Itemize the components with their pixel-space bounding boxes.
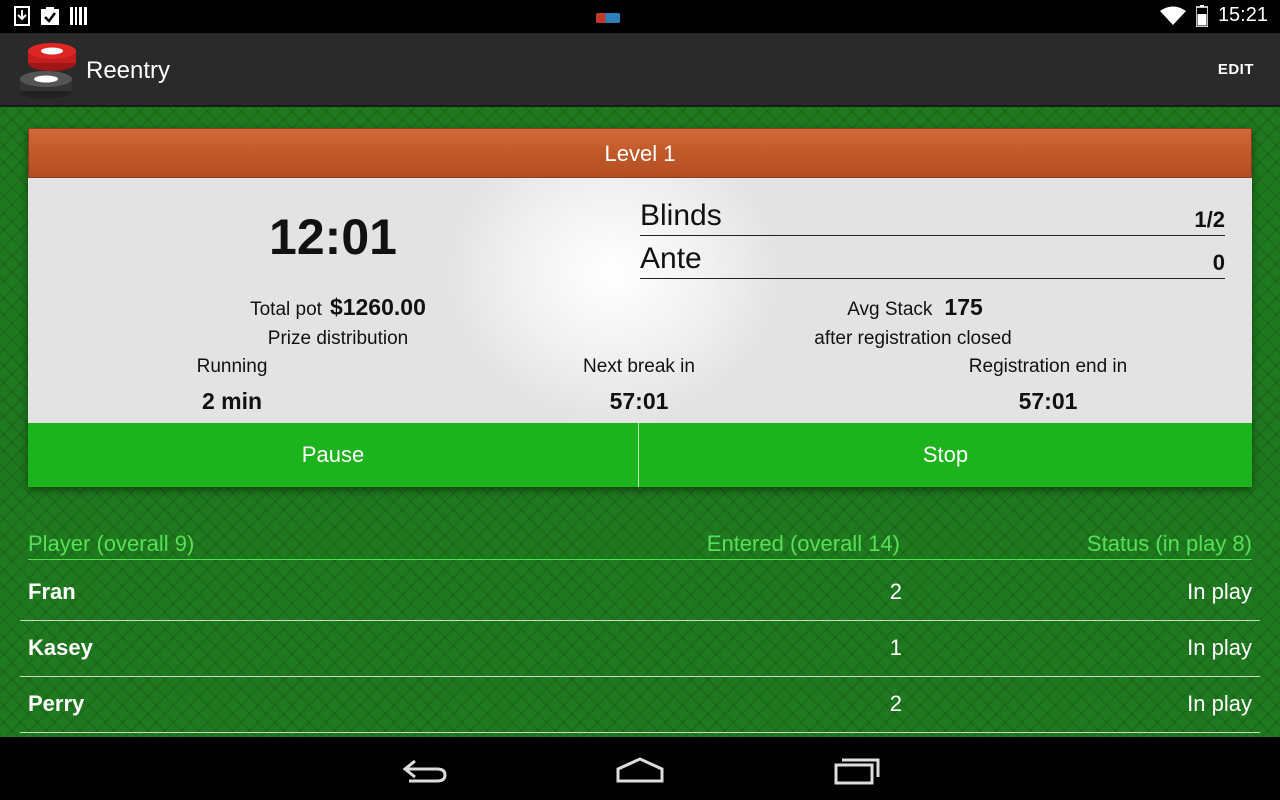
- entered-count: 1: [889, 635, 902, 660]
- stop-button[interactable]: Stop: [639, 423, 1252, 487]
- player-status: In play: [1187, 691, 1252, 716]
- running-stat: Running 2 min: [112, 356, 352, 415]
- table-row[interactable]: Perry 2 In play: [20, 677, 1260, 733]
- player-name: Kasey: [28, 635, 93, 660]
- registration-end-stat: Registration end in 57:01: [928, 356, 1168, 415]
- barcode-icon: [70, 7, 87, 25]
- entered-count: 2: [889, 691, 902, 716]
- table-row[interactable]: Fran 2 In play: [20, 565, 1260, 621]
- player-status: In play: [1187, 579, 1252, 604]
- control-buttons: Pause Stop: [28, 423, 1252, 487]
- status-column-header[interactable]: Status (in play 8): [1087, 531, 1252, 557]
- wifi-icon: [1159, 6, 1186, 25]
- ante-value: 0: [1212, 250, 1225, 275]
- entered-count: 2: [889, 579, 902, 604]
- pause-button[interactable]: Pause: [28, 423, 639, 487]
- card-body: 12:01 Blinds 1/2 Ante 0 Total pot $1260.0…: [28, 178, 1252, 423]
- level-timer: 12:01: [269, 209, 397, 265]
- avg-stack-label: Avg Stack: [847, 299, 933, 320]
- avg-stack-value: 175: [944, 294, 983, 320]
- player-column-header[interactable]: Player (overall 9): [28, 531, 194, 557]
- next-break-stat: Next break in 57:01: [519, 356, 759, 415]
- blinds-label: Blinds: [640, 199, 722, 232]
- total-pot: Total pot $1260.00: [28, 294, 648, 321]
- next-break-label: Next break in: [583, 356, 695, 377]
- player-name: Perry: [28, 691, 85, 716]
- battery-icon: [1195, 4, 1208, 27]
- back-icon[interactable]: [395, 753, 455, 787]
- player-status: In play: [1187, 635, 1252, 660]
- ante-label: Ante: [640, 242, 702, 275]
- next-break-value: 57:01: [609, 388, 669, 414]
- recent-apps-icon[interactable]: [826, 753, 886, 787]
- ante-row: Ante 0: [640, 236, 1225, 279]
- felt-background: Level 1 12:01 Blinds 1/2 Ante 0 Total po…: [0, 107, 1280, 737]
- blinds-value: 1/2: [1194, 207, 1225, 232]
- navigation-bar: [0, 737, 1280, 800]
- registration-end-value: 57:01: [1018, 388, 1078, 414]
- app-title: Reentry: [86, 57, 171, 84]
- edit-button[interactable]: EDIT: [1218, 61, 1254, 78]
- players-table-header: Player (overall 9) Entered (overall 14) …: [28, 531, 1252, 560]
- screen-cast-indicator: [596, 13, 620, 23]
- tournament-card: Level 1 12:01 Blinds 1/2 Ante 0 Total po…: [28, 128, 1252, 487]
- poker-chips-icon[interactable]: [14, 39, 78, 101]
- level-header: Level 1: [28, 128, 1252, 178]
- entered-column-header[interactable]: Entered (overall 14): [707, 531, 900, 557]
- home-icon[interactable]: [610, 753, 670, 787]
- action-bar: Reentry EDIT: [0, 33, 1280, 107]
- registration-end-label: Registration end in: [968, 356, 1128, 377]
- clock-time: 15:21: [1217, 4, 1268, 26]
- running-value: 2 min: [201, 388, 263, 414]
- download-icon: [14, 6, 30, 26]
- running-label: Running: [196, 356, 268, 377]
- notification-icons: [14, 6, 88, 26]
- avg-stack: Avg Stack 175: [640, 294, 1240, 321]
- system-icons: 15:21: [1159, 4, 1268, 27]
- status-bar: 15:21: [0, 0, 1280, 33]
- player-name: Fran: [28, 579, 76, 604]
- total-pot-value: $1260.00: [329, 294, 426, 320]
- prize-distribution-link[interactable]: Prize distribution: [28, 328, 648, 350]
- blinds-row: Blinds 1/2: [640, 193, 1225, 236]
- table-row[interactable]: Kasey 1 In play: [20, 621, 1260, 677]
- clipboard-check-icon: [41, 7, 59, 25]
- avg-stack-note: after registration closed: [814, 328, 1012, 349]
- total-pot-label: Total pot: [250, 299, 322, 320]
